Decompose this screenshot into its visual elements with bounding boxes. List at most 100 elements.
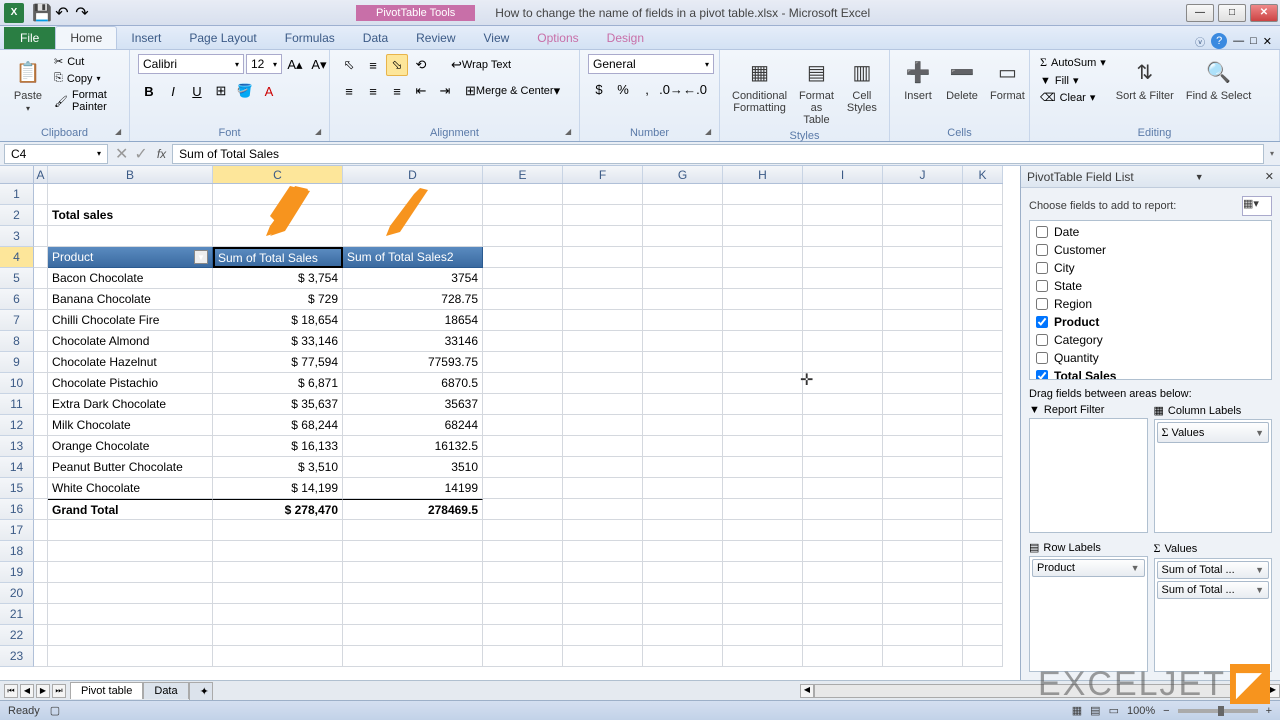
cell[interactable]	[34, 331, 48, 352]
cell[interactable]	[803, 415, 883, 436]
cell[interactable]	[723, 436, 803, 457]
save-icon[interactable]: 💾	[34, 5, 50, 21]
decrease-font-icon[interactable]: A▾	[308, 54, 330, 76]
cell[interactable]	[963, 520, 1003, 541]
cell[interactable]	[213, 604, 343, 625]
comma-format-icon[interactable]: ,	[636, 78, 658, 100]
number-dialog-launcher[interactable]: ◢	[705, 127, 717, 139]
cell[interactable]	[963, 268, 1003, 289]
pivot-row-label[interactable]: Peanut Butter Chocolate	[48, 457, 213, 478]
cell[interactable]	[643, 352, 723, 373]
cell[interactable]	[343, 541, 483, 562]
sheet-tab-data[interactable]: Data	[143, 682, 188, 699]
field-checkbox[interactable]	[1036, 352, 1048, 364]
cell[interactable]	[803, 457, 883, 478]
cell[interactable]	[963, 499, 1003, 520]
cell[interactable]	[963, 352, 1003, 373]
col-F[interactable]: F	[563, 166, 643, 183]
cell[interactable]	[803, 184, 883, 205]
pivot-header-sum1[interactable]: Sum of Total Sales	[213, 247, 343, 268]
pivot-value[interactable]: 77593.75	[343, 352, 483, 373]
tab-nav-first-icon[interactable]: ⏮	[4, 684, 18, 698]
pivot-row-label[interactable]: Orange Chocolate	[48, 436, 213, 457]
cell[interactable]	[803, 394, 883, 415]
cell[interactable]	[723, 310, 803, 331]
field-checkbox[interactable]	[1036, 280, 1048, 292]
cell[interactable]	[643, 625, 723, 646]
tab-page-layout[interactable]: Page Layout	[175, 27, 270, 49]
cell[interactable]	[963, 205, 1003, 226]
cell[interactable]	[803, 562, 883, 583]
field-list[interactable]: DateCustomerCityStateRegionProductCatego…	[1029, 220, 1272, 380]
pivot-row-label[interactable]: Chocolate Hazelnut	[48, 352, 213, 373]
row-22[interactable]: 22	[0, 625, 34, 646]
cell[interactable]	[803, 646, 883, 667]
cell[interactable]	[643, 247, 723, 268]
cell[interactable]	[483, 478, 563, 499]
cell[interactable]	[963, 436, 1003, 457]
cell[interactable]	[963, 625, 1003, 646]
cell[interactable]	[723, 415, 803, 436]
cell[interactable]	[563, 583, 643, 604]
cell[interactable]	[803, 205, 883, 226]
merge-center-button[interactable]: ⊞ Merge & Center ▾	[458, 80, 567, 102]
row-7[interactable]: 7	[0, 310, 34, 331]
cell[interactable]	[723, 541, 803, 562]
pivot-value[interactable]: 68244	[343, 415, 483, 436]
cell[interactable]	[213, 646, 343, 667]
col-E[interactable]: E	[483, 166, 563, 183]
cell[interactable]	[483, 268, 563, 289]
cell[interactable]	[343, 625, 483, 646]
cell[interactable]	[34, 478, 48, 499]
page-layout-view-icon[interactable]: ▤	[1090, 704, 1100, 717]
pivot-header-sum2[interactable]: Sum of Total Sales2	[343, 247, 483, 268]
cell[interactable]	[803, 268, 883, 289]
row-20[interactable]: 20	[0, 583, 34, 604]
cell[interactable]	[883, 415, 963, 436]
cell[interactable]	[803, 247, 883, 268]
cell[interactable]	[883, 436, 963, 457]
cell[interactable]	[883, 205, 963, 226]
cell[interactable]	[563, 562, 643, 583]
format-cells-button[interactable]: ▭Format	[986, 54, 1029, 104]
cell[interactable]	[963, 541, 1003, 562]
cell[interactable]	[963, 226, 1003, 247]
row-10[interactable]: 10	[0, 373, 34, 394]
tab-insert[interactable]: Insert	[117, 27, 175, 49]
cell[interactable]	[723, 583, 803, 604]
percent-format-icon[interactable]: %	[612, 78, 634, 100]
row-14[interactable]: 14	[0, 457, 34, 478]
cell[interactable]	[563, 247, 643, 268]
cell[interactable]	[343, 646, 483, 667]
cell[interactable]	[563, 604, 643, 625]
sum-total-pill-2[interactable]: Sum of Total ...▼	[1157, 581, 1270, 599]
cell[interactable]	[883, 646, 963, 667]
cell[interactable]	[643, 184, 723, 205]
row-9[interactable]: 9	[0, 352, 34, 373]
field-state[interactable]: State	[1032, 277, 1269, 295]
cell[interactable]	[643, 604, 723, 625]
pivot-row-label[interactable]: Banana Chocolate	[48, 289, 213, 310]
cell[interactable]	[483, 289, 563, 310]
cell[interactable]	[563, 331, 643, 352]
align-top-icon[interactable]: ⬁	[338, 54, 360, 76]
cell[interactable]	[963, 331, 1003, 352]
grand-total-label[interactable]: Grand Total	[48, 499, 213, 520]
zoom-slider[interactable]	[1178, 709, 1258, 713]
cell[interactable]	[803, 604, 883, 625]
cell[interactable]	[803, 289, 883, 310]
conditional-formatting-button[interactable]: ▦Conditional Formatting	[728, 54, 791, 116]
pivot-value[interactable]: $ 6,871	[213, 373, 343, 394]
undo-icon[interactable]: ↶	[54, 5, 70, 21]
cell[interactable]	[963, 583, 1003, 604]
pivot-header-product[interactable]: Product▼	[48, 247, 213, 268]
new-sheet-button[interactable]: ✦	[189, 682, 213, 700]
cell[interactable]	[643, 583, 723, 604]
cell[interactable]	[34, 226, 48, 247]
cell[interactable]	[483, 436, 563, 457]
pivot-row-label[interactable]: Extra Dark Chocolate	[48, 394, 213, 415]
expand-formula-bar-icon[interactable]: ▾	[1264, 149, 1280, 158]
orientation-icon[interactable]: ⟲	[410, 54, 432, 76]
cell[interactable]	[563, 478, 643, 499]
formula-input[interactable]: Sum of Total Sales	[172, 144, 1264, 164]
